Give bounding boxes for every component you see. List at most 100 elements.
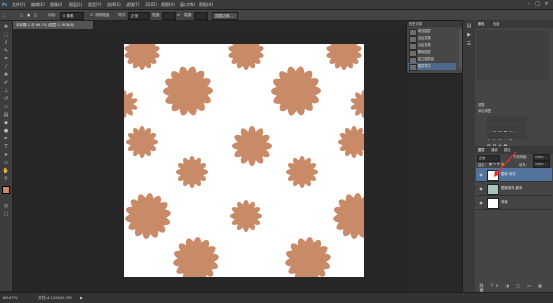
quick-mask-icon[interactable]: ◎ — [2, 203, 10, 210]
dodge-tool-icon[interactable]: ● — [2, 128, 10, 135]
adjustment-icons-row-3[interactable]: ▨▧◈▩ — [487, 132, 527, 148]
marquee-tool-icon[interactable]: ⬚ — [2, 32, 10, 39]
history-item[interactable]: 自由变换 — [408, 35, 456, 43]
path-select-tool-icon[interactable]: ➤ — [2, 152, 10, 159]
feather-input[interactable]: 0 像素 — [60, 12, 84, 20]
screen-mode-icon[interactable]: ▢ — [2, 211, 10, 218]
actions-panel-icon[interactable]: ▶ — [465, 32, 473, 39]
foreground-color-swatch[interactable] — [2, 186, 10, 194]
new-selection-icon[interactable]: ▢ — [20, 10, 23, 20]
flower-motif — [228, 44, 264, 70]
width-input[interactable] — [162, 12, 176, 20]
lasso-tool-icon[interactable]: ℓ — [2, 40, 10, 47]
quick-select-tool-icon[interactable]: ✎ — [2, 48, 10, 55]
minimize-icon[interactable]: – — [524, 0, 533, 9]
layer-row[interactable]: ◉ 图案填充 副本 — [476, 182, 552, 196]
menu-bar: Ps 文件(F) 编辑(E) 图像(I) 图层(L) 类型(Y) 选择(S) 滤… — [0, 0, 553, 10]
lock-label: 锁定: — [478, 163, 486, 167]
zoom-tool-icon[interactable]: ⚲ — [2, 176, 10, 183]
menu-filter[interactable]: 滤镜(T) — [126, 0, 140, 9]
menu-edit[interactable]: 编辑(E) — [31, 0, 45, 9]
history-item[interactable]: 自由变换 — [408, 42, 456, 50]
menu-help[interactable]: 帮助(H) — [199, 0, 213, 9]
menu-window[interactable]: 窗口(W) — [180, 0, 195, 9]
flower-motif — [230, 200, 262, 232]
flower-motif — [176, 156, 208, 188]
feather-label: 羽化: — [48, 13, 57, 17]
history-brush-tool-icon[interactable]: ↺ — [2, 96, 10, 103]
adjustment-icons-row-1[interactable]: ☀▦▲◪▤ — [487, 116, 527, 132]
flower-motif — [163, 66, 213, 116]
close-icon[interactable]: × — [542, 0, 551, 9]
menu-type[interactable]: 类型(Y) — [88, 0, 102, 9]
antialias-checkbox[interactable]: ☐ — [90, 10, 93, 20]
tab-layers[interactable]: 图层 — [478, 146, 485, 154]
menu-image[interactable]: 图像(I) — [50, 0, 62, 9]
tab-swatches[interactable]: 色板 — [493, 20, 500, 28]
status-bar: 66.67% 文档:4.12M/42.3M ▶ — [0, 292, 553, 303]
refine-edge-button[interactable]: 调整边缘... — [212, 12, 238, 20]
history-item[interactable]: 填充图层 — [408, 28, 456, 36]
pen-tool-icon[interactable]: ✒ — [2, 136, 10, 143]
height-label: 高度: — [184, 13, 193, 17]
document-canvas[interactable] — [124, 44, 364, 277]
history-panel: 历史记录 填充图层 自由变换 自由变换 删除图层 建立图层组 图层样式 — [406, 20, 464, 74]
flower-motif — [285, 237, 331, 277]
visibility-eye-icon[interactable]: ◉ — [478, 171, 484, 178]
history-item[interactable]: 删除图层 — [408, 49, 456, 57]
flower-motif — [173, 237, 219, 277]
blur-tool-icon[interactable]: ◆ — [2, 120, 10, 127]
properties-panel-icon[interactable]: ☰ — [465, 41, 473, 48]
layer-row[interactable]: ◉ 背景 — [476, 196, 552, 210]
visibility-eye-icon[interactable]: ◉ — [478, 185, 484, 192]
tab-color[interactable]: 颜色 — [478, 20, 485, 28]
flower-pattern — [124, 44, 364, 277]
eyedropper-tool-icon[interactable]: ⁄ — [2, 64, 10, 71]
menu-select[interactable]: 选择(S) — [107, 0, 121, 9]
hand-tool-icon[interactable]: ✋ — [2, 168, 10, 175]
tools-panel: ✥ ⬚ ℓ ✎ ⌗ ⁄ ✚ ✐ ⊥ ↺ ▱ ▤ ◆ ● ✒ T ➤ ▭ ✋ ⚲ … — [0, 21, 13, 291]
history-item[interactable]: 建立图层组 — [408, 56, 456, 64]
style-label: 样式: — [118, 13, 127, 17]
document-tab[interactable]: 未标题-1 @ 66.7% (图层 0, RGB/8) — [13, 21, 94, 29]
menu-view[interactable]: 视图(V) — [161, 0, 175, 9]
visibility-eye-icon[interactable]: ◉ — [478, 199, 484, 206]
eraser-tool-icon[interactable]: ▱ — [2, 104, 10, 111]
type-tool-icon[interactable]: T — [2, 144, 10, 151]
layer-thumbnail — [487, 198, 499, 209]
adjustment-icons-row-2[interactable]: ◑◐▣◇▥ — [487, 124, 527, 140]
opacity-input[interactable]: 100% — [533, 154, 550, 161]
height-input[interactable] — [194, 12, 208, 20]
history-panel-icon[interactable]: ▤ — [465, 23, 473, 30]
flower-motif — [124, 90, 138, 118]
flower-motif — [350, 90, 364, 118]
history-panel-title: 历史记录 — [407, 21, 463, 27]
layer-name: 背景 — [501, 200, 508, 204]
flower-motif — [333, 193, 364, 239]
fill-input[interactable]: 100% — [533, 161, 550, 168]
stamp-tool-icon[interactable]: ⊥ — [2, 88, 10, 95]
crop-tool-icon[interactable]: ⌗ — [2, 56, 10, 63]
subtract-selection-icon[interactable]: ◫ — [34, 10, 37, 20]
gradient-tool-icon[interactable]: ▤ — [2, 112, 10, 119]
shape-tool-icon[interactable]: ▭ — [2, 160, 10, 167]
adjustments-label: 添加调整 — [478, 109, 492, 113]
add-selection-icon[interactable]: ▣ — [27, 10, 30, 20]
marquee-tool-icon[interactable]: ⬚ — [3, 10, 6, 20]
flower-motif — [271, 66, 321, 116]
right-panel: 颜色 色板 调整 添加调整 ☀▦▲◪▤ ◑◐▣◇▥ ▨▧◈▩ 图层 通道 路径 … — [475, 20, 553, 293]
layer-thumbnail — [487, 184, 499, 195]
history-item-selected[interactable]: 图层样式 — [408, 63, 456, 71]
color-panel-body[interactable] — [477, 30, 549, 80]
menu-layer[interactable]: 图层(L) — [69, 0, 82, 9]
menu-3d[interactable]: 3D(D) — [145, 0, 157, 9]
maximize-icon[interactable]: □ — [533, 0, 542, 9]
menu-file[interactable]: 文件(F) — [12, 0, 25, 9]
antialias-label: 消除锯齿 — [95, 13, 110, 17]
swap-icon[interactable]: ⇄ — [177, 10, 180, 20]
panel-icon-strip: ▤ ▶ ☰ — [462, 20, 476, 292]
style-select[interactable]: 正常 — [128, 12, 150, 20]
healing-tool-icon[interactable]: ✚ — [2, 72, 10, 79]
brush-tool-icon[interactable]: ✐ — [2, 80, 10, 87]
move-tool-icon[interactable]: ✥ — [2, 24, 10, 31]
